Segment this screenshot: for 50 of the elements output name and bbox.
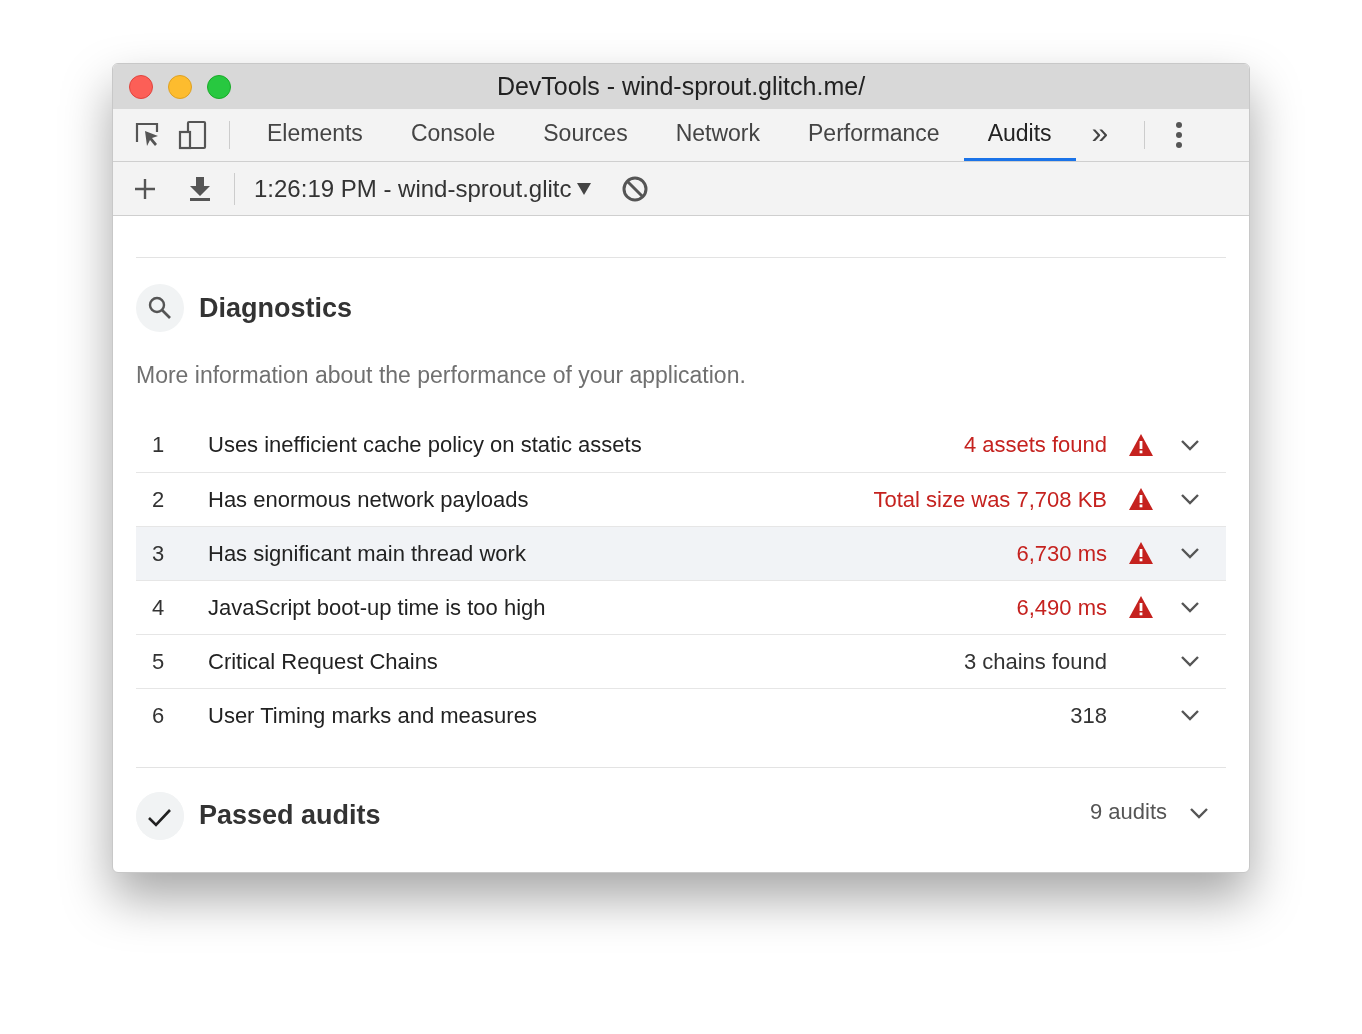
audit-value: 3 chains found <box>963 647 1107 676</box>
row-number: 5 <box>151 647 166 676</box>
chevron-icon[interactable] <box>1189 806 1209 819</box>
audit-title: JavaScript boot-up time is too high <box>208 593 546 622</box>
audit-value: 318 <box>1070 701 1107 730</box>
audit-value: 6,490 ms <box>1016 593 1107 622</box>
audit-value: 4 assets found <box>963 431 1107 459</box>
tab[interactable]: Elements <box>243 109 387 161</box>
section-title: Diagnostics <box>199 291 353 325</box>
row-number: 4 <box>151 593 166 622</box>
chevron-icon[interactable] <box>1179 547 1200 559</box>
audit-title: User Timing marks and measures <box>208 701 537 730</box>
audit-title: Has significant main thread work <box>208 539 526 568</box>
download-icon[interactable] <box>188 175 212 202</box>
chevron-icon[interactable] <box>1179 493 1200 505</box>
audit-title: Has enormous network payloads <box>208 485 529 514</box>
warning-icon <box>1129 433 1153 456</box>
report-dropdown[interactable]: 1:26:19 PM - wind-sprout.glitc <box>254 170 592 207</box>
warning-icon <box>1129 542 1153 564</box>
window-title: DevTools - wind-sprout.glitch.me/ <box>496 70 866 102</box>
chevron-icon[interactable] <box>1179 438 1200 451</box>
chevron-icon[interactable] <box>1179 709 1200 721</box>
audit-title: Uses inefficient cache policy on static assets <box>208 431 642 459</box>
tab[interactable]: Console <box>386 109 520 161</box>
chevron-icon[interactable] <box>1179 655 1200 667</box>
tab[interactable]: Sources <box>519 109 652 161</box>
audit-value: 6,730 ms <box>1016 539 1107 568</box>
section-description: More information about the performance of your application. <box>136 361 747 390</box>
warning-icon <box>1129 488 1153 510</box>
device-toolbar-icon[interactable] <box>177 119 209 151</box>
audit-title: Critical Request Chains <box>208 647 438 676</box>
tab[interactable]: Network <box>651 109 784 161</box>
audit-row[interactable]: 3 Has significant main thread work 6,730 ms <box>136 525 1226 580</box>
more-tabs-button[interactable]: » <box>1091 118 1109 152</box>
tab[interactable]: Performance <box>784 109 964 161</box>
caret-icon <box>577 182 592 195</box>
row-number: 2 <box>151 485 166 514</box>
row-number: 3 <box>151 539 166 568</box>
row-number: 1 <box>151 431 166 459</box>
close-button[interactable] <box>129 74 153 99</box>
more-options-icon[interactable] <box>1175 121 1184 149</box>
plus-icon[interactable] <box>133 176 157 201</box>
row-number: 6 <box>151 701 166 730</box>
clear-icon[interactable] <box>621 174 650 203</box>
chevron-icon[interactable] <box>1179 601 1200 613</box>
audit-value: Total size was 7,708 KB <box>873 485 1107 514</box>
warning-icon <box>1129 596 1153 618</box>
audit-count: 9 audits <box>1089 798 1167 826</box>
search-icon <box>136 284 184 332</box>
section-title: Passed audits <box>199 799 381 833</box>
